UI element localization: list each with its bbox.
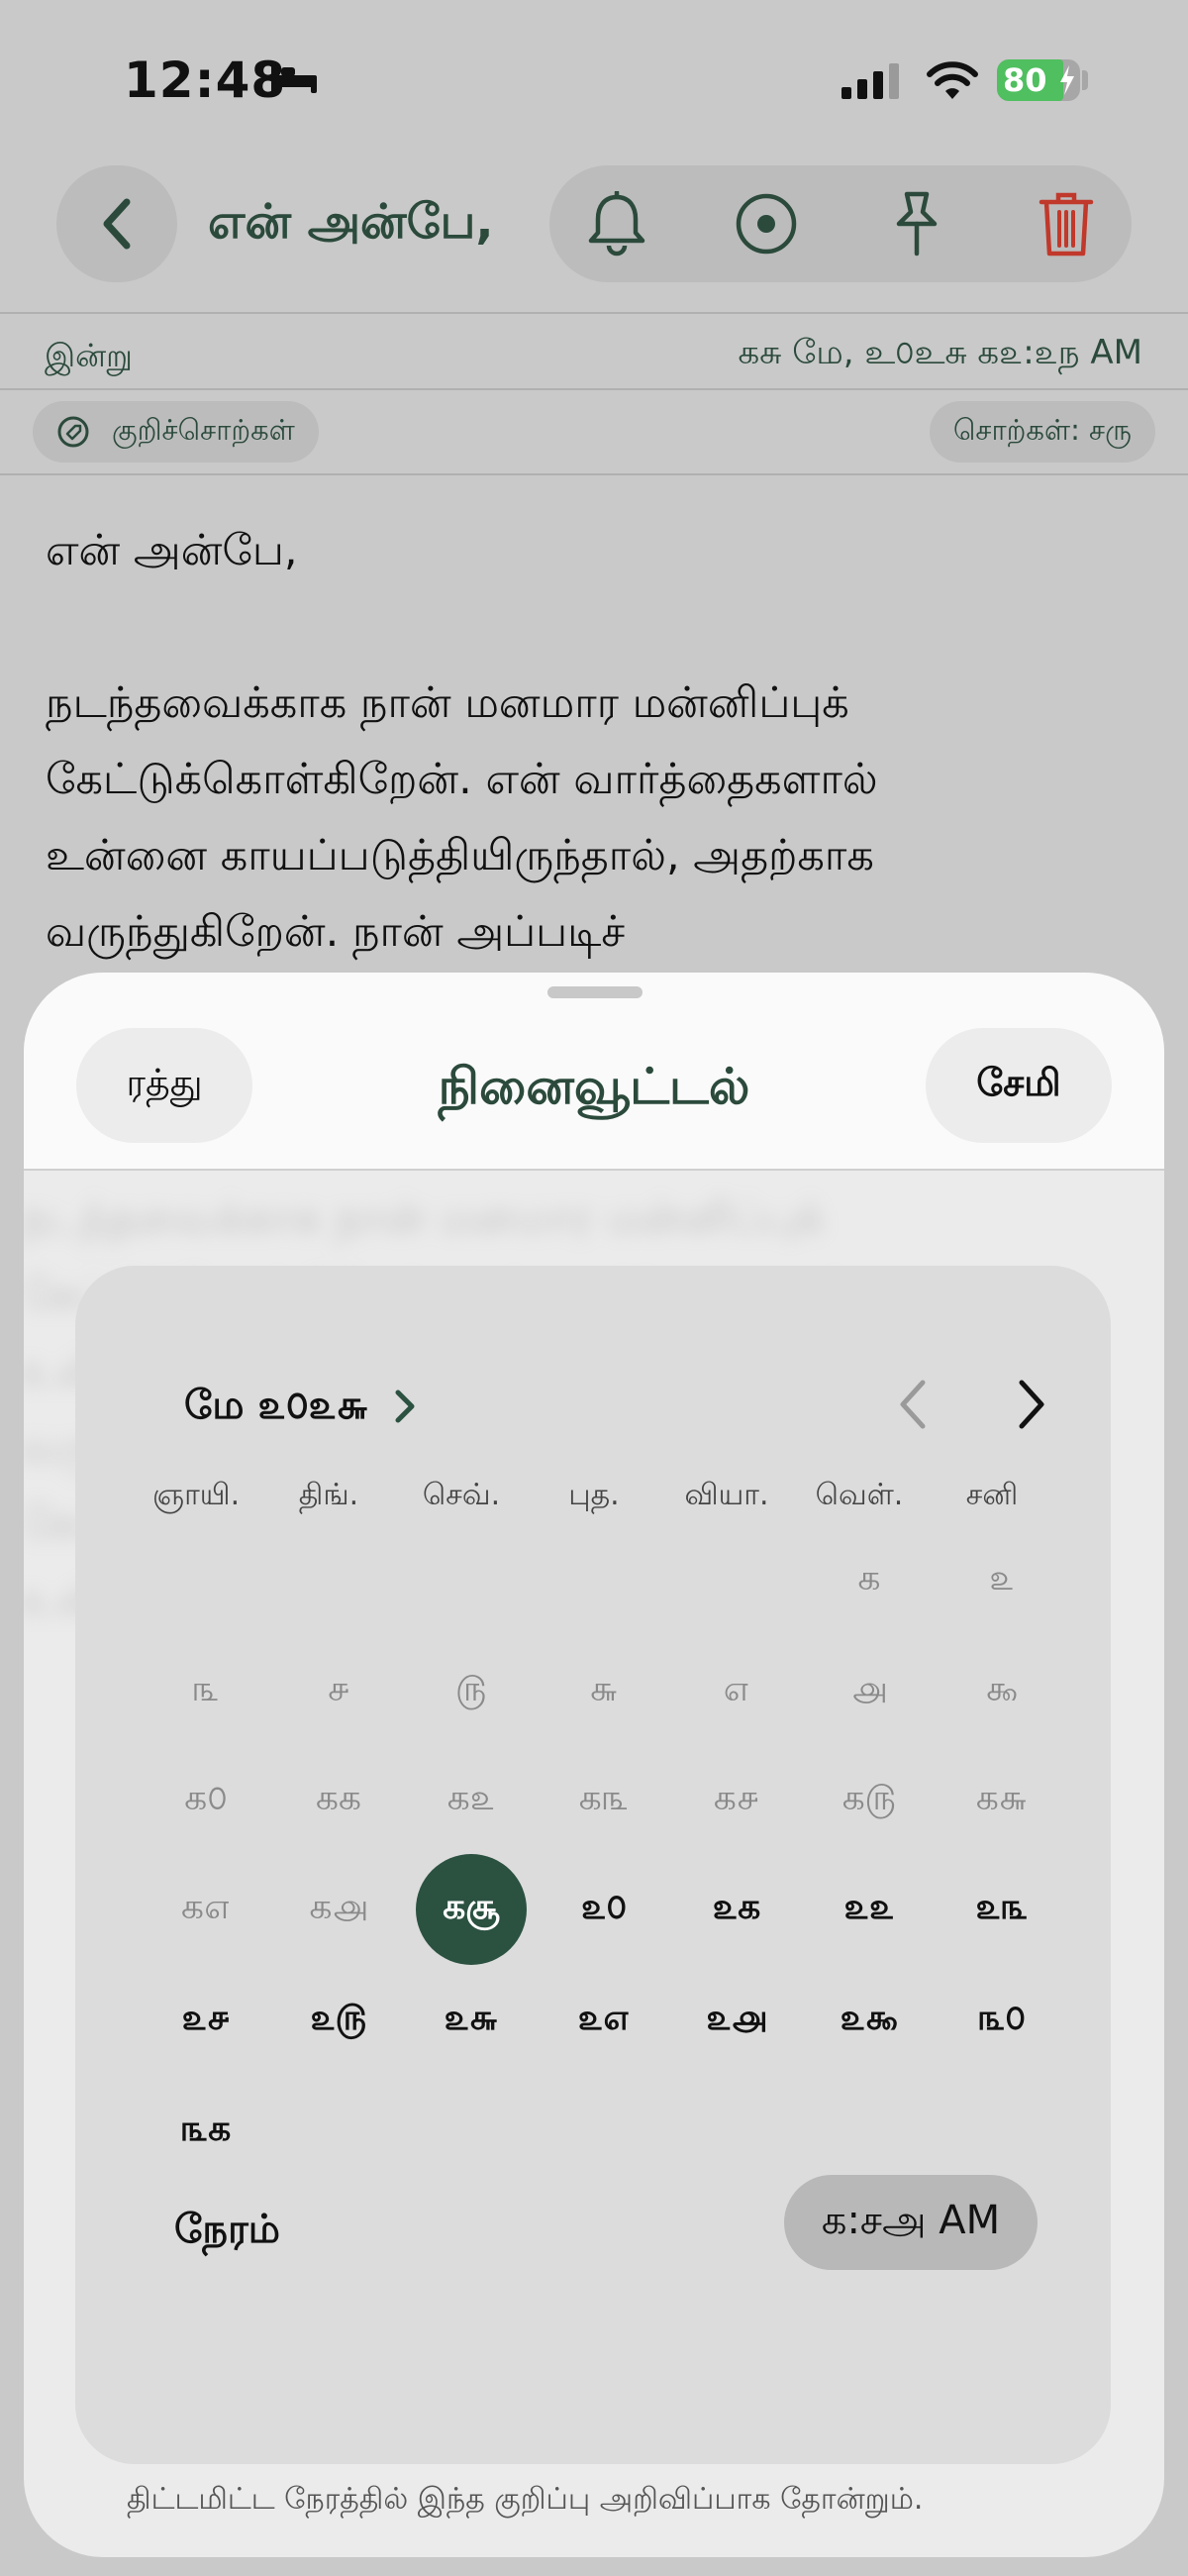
sheet-grabber[interactable] — [547, 986, 643, 998]
day-cell: ௮ — [851, 1669, 887, 1709]
cellular-signal-icon — [842, 63, 899, 99]
word-count-chip: சொற்கள்: சரு — [929, 401, 1155, 463]
day-selected[interactable]: கசூ — [416, 1854, 527, 1965]
weekday-label: ஞாயி. — [151, 1478, 241, 1512]
note-line: நடந்தவைக்காக நான் மனமார மன்னிப்புக் — [46, 678, 849, 728]
day-cell: ௩ — [192, 1669, 220, 1709]
time-picker[interactable]: க:சஅ AM — [784, 2175, 1038, 2270]
note-line: என் அன்பே, — [46, 526, 298, 575]
charging-icon — [1060, 65, 1074, 95]
note-line: கேட்டுக்கொள்கிறேன். என் வார்த்தைகளால் — [46, 755, 878, 804]
battery-cap — [1082, 70, 1088, 90]
day-cell: க௦ — [184, 1778, 228, 1818]
reminder-hint: திட்டமிட்ட நேரத்தில் இந்த குறிப்பு அறிவி… — [127, 2482, 924, 2517]
day-cell[interactable]: ௨௮ — [681, 1965, 792, 2076]
status-time: 12:48 — [124, 52, 287, 109]
divider — [0, 388, 1188, 390]
trash-icon — [1039, 192, 1094, 257]
day-cell[interactable]: ௨௩ — [946, 1854, 1057, 1965]
next-month-button[interactable] — [1006, 1375, 1055, 1434]
tags-chip[interactable]: குறிச்சொற்கள் — [33, 401, 319, 463]
month-year-button[interactable]: மே ௨௦௨௬ — [184, 1383, 368, 1433]
back-button[interactable] — [56, 165, 177, 282]
day-cell: கக — [315, 1778, 362, 1818]
previous-month-button[interactable] — [889, 1375, 939, 1434]
weekday-label: திங். — [298, 1478, 359, 1512]
day-cell[interactable]: ௨௭ — [548, 1965, 659, 2076]
weekday-label: சனி — [965, 1478, 1019, 1512]
time-label: நேரம் — [174, 2207, 280, 2252]
day-cell[interactable]: ௩௦ — [946, 1965, 1057, 2076]
weekday-label: வெள். — [815, 1478, 904, 1512]
day-cell: க௬ — [975, 1778, 1029, 1818]
chevron-right-icon — [395, 1390, 415, 1423]
day-cell: ௨ — [989, 1558, 1015, 1598]
note-actions — [549, 165, 1132, 282]
note-line: வருந்துகிறேன். நான் அப்படிச் — [46, 907, 626, 957]
wifi-icon — [927, 61, 978, 99]
divider — [0, 473, 1188, 475]
blurred-line: நடந்தவைக்காக நான் மனமார மன்னிப்புக் — [24, 1193, 824, 1243]
day-cell[interactable]: ௨௦ — [548, 1854, 659, 1965]
sleep-focus-icon — [271, 65, 317, 93]
date-picker: மே ௨௦௨௬ ஞாயி. திங். செவ். புத. வியா. வெள். சனி… — [75, 1266, 1111, 2464]
delete-button[interactable] — [1032, 189, 1101, 258]
day-cell[interactable]: ௨௯ — [814, 1965, 925, 2076]
day-cell[interactable]: ௨௪ — [150, 1965, 261, 2076]
record-button[interactable] — [732, 189, 801, 258]
day-cell[interactable]: ௨௨ — [814, 1854, 925, 1965]
tags-label: குறிச்சொற்கள் — [112, 413, 295, 447]
note-blank-line — [46, 589, 1144, 666]
day-cell: க௭ — [180, 1887, 232, 1927]
day-cell[interactable]: ௩க — [150, 2076, 261, 2187]
note-timestamp: கசு மே, உ௦உசு க௨:௨ந AM — [738, 333, 1142, 372]
battery-indicator: 80 — [997, 59, 1080, 101]
day-cell: க — [857, 1558, 881, 1598]
weekday-label: செவ். — [422, 1478, 501, 1512]
day-cell: ௯ — [985, 1669, 1019, 1709]
day-cell: க௩ — [578, 1778, 630, 1818]
bell-icon — [588, 191, 645, 257]
day-cell: ௬ — [589, 1669, 619, 1709]
day-cell: க௮ — [309, 1887, 368, 1927]
battery-level: 80 — [1003, 61, 1047, 99]
record-icon — [736, 193, 797, 255]
day-cell[interactable]: ௨க — [681, 1854, 792, 1965]
reminder-button[interactable] — [582, 189, 651, 258]
weekday-label: புத. — [568, 1478, 620, 1512]
day-cell[interactable]: ௨௫ — [283, 1965, 394, 2076]
weekday-label: வியா. — [684, 1478, 769, 1512]
note-body[interactable]: என் அன்பே, நடந்தவைக்காக நான் மனமார மன்னி… — [46, 513, 1144, 971]
day-cell: ௪ — [327, 1669, 350, 1709]
pin-button[interactable] — [882, 189, 951, 258]
day-cell: ௫ — [455, 1669, 487, 1709]
tag-icon — [57, 416, 89, 448]
reminder-sheet: நடந்தவைக்காக நான் மனமார மன்னிப்புக் கேட்… — [24, 973, 1164, 2557]
day-cell[interactable]: ௨௬ — [416, 1965, 527, 2076]
back-icon — [103, 198, 131, 250]
day-cell: க௨ — [446, 1778, 496, 1818]
date-group-label: இன்று — [45, 337, 133, 374]
divider — [0, 312, 1188, 314]
day-cell: ௭ — [723, 1669, 750, 1709]
day-cell: க௪ — [713, 1778, 760, 1818]
save-button[interactable]: சேமி — [926, 1028, 1112, 1143]
note-line: உன்னை காயப்படுத்தியிருந்தால், அதற்காக — [46, 831, 874, 880]
sheet-header: ரத்து நினைவூட்டல் சேமி — [24, 973, 1164, 1171]
note-title: என் அன்பே, — [208, 194, 494, 250]
day-cell: க௫ — [842, 1778, 897, 1818]
pin-icon — [896, 191, 938, 257]
